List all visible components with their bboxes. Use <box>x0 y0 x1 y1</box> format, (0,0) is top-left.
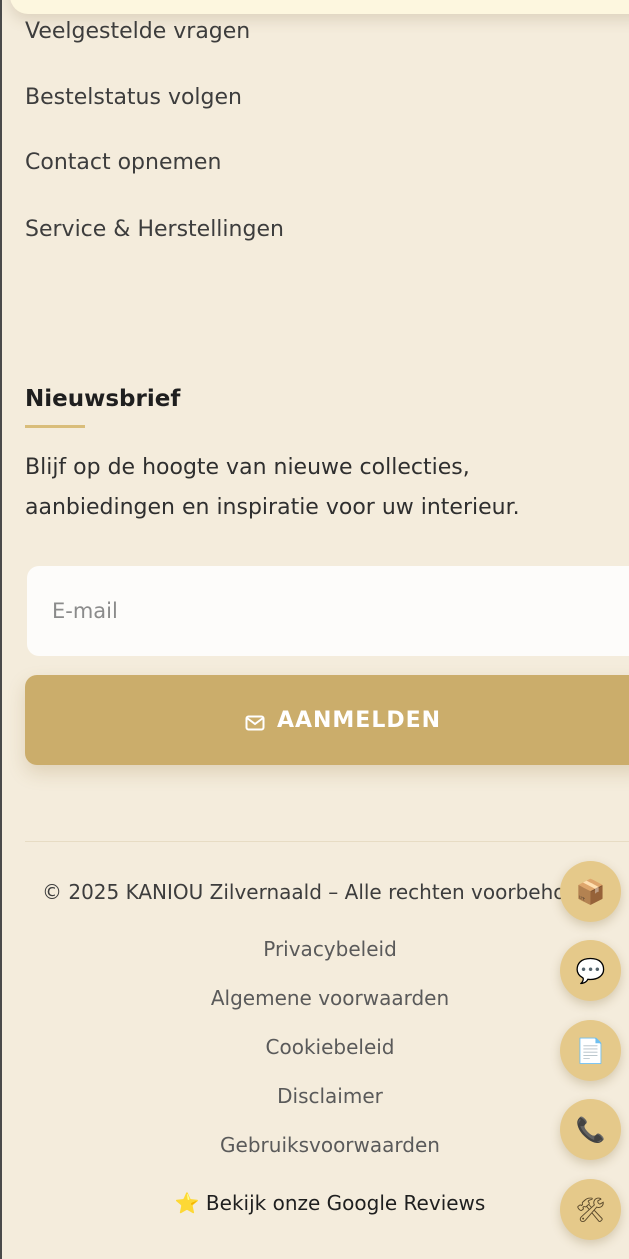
email-input[interactable] <box>27 566 629 656</box>
heading-underline <box>25 425 85 428</box>
footer-link-service[interactable]: Service & Herstellingen <box>25 217 284 242</box>
document-fab[interactable]: 📄 <box>560 1020 621 1081</box>
tools-icon: 🛠 <box>575 1195 606 1224</box>
package-icon: 📦 <box>575 877 606 906</box>
legal-link-privacy[interactable]: Privacybeleid <box>130 937 530 961</box>
document-icon: 📄 <box>575 1036 606 1065</box>
subscribe-button-label: AANMELDEN <box>276 707 442 733</box>
top-banner <box>10 0 629 14</box>
footer-divider <box>25 841 629 842</box>
mail-icon <box>245 712 265 731</box>
legal-link-disclaimer[interactable]: Disclaimer <box>130 1084 530 1108</box>
copyright-text: © 2025 KANIOU Zilvernaald – Alle rechten… <box>42 880 562 904</box>
subscribe-button[interactable]: AANMELDEN <box>25 675 629 765</box>
footer-link-contact[interactable]: Contact opnemen <box>25 150 221 175</box>
newsletter-heading: Nieuwsbrief <box>25 386 181 412</box>
page-edge <box>0 0 2 1259</box>
phone-fab[interactable]: 📞 <box>560 1099 621 1160</box>
phone-icon: 📞 <box>575 1115 606 1144</box>
legal-link-terms[interactable]: Algemene voorwaarden <box>130 986 530 1010</box>
google-reviews-link[interactable]: ⭐ Bekijk onze Google Reviews <box>130 1191 530 1215</box>
newsletter-description: Blijf op de hoogte van nieuwe collecties… <box>25 455 520 520</box>
package-fab[interactable]: 📦 <box>560 861 621 922</box>
chat-icon: 💬 <box>575 956 606 985</box>
tools-fab[interactable]: 🛠 <box>560 1179 621 1240</box>
legal-link-usage-terms[interactable]: Gebruiksvoorwaarden <box>130 1133 530 1157</box>
footer-link-order-status[interactable]: Bestelstatus volgen <box>25 85 242 110</box>
footer-link-faq[interactable]: Veelgestelde vragen <box>25 19 250 44</box>
legal-link-cookies[interactable]: Cookiebeleid <box>130 1035 530 1059</box>
chat-fab[interactable]: 💬 <box>560 940 621 1001</box>
